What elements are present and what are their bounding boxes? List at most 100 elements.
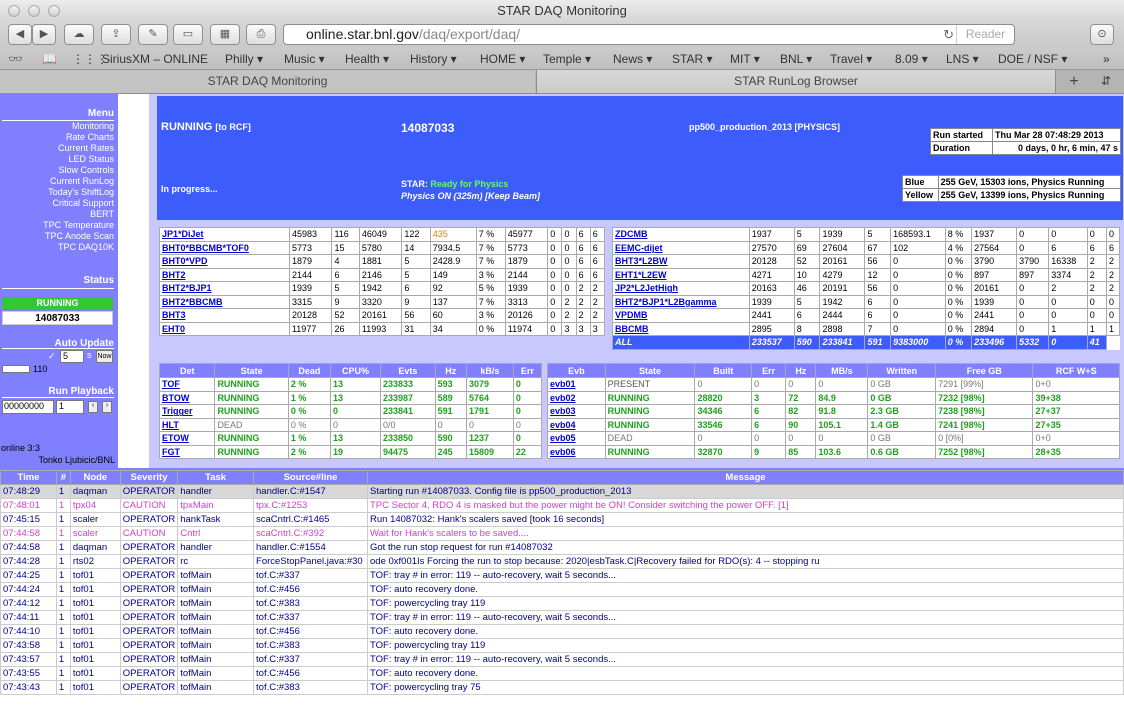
playback-prev-button[interactable]: ‹ bbox=[88, 401, 98, 413]
detector-row-cell: 233987 bbox=[379, 390, 436, 405]
trigger-name-link[interactable]: BHT2*BJP1 bbox=[162, 283, 212, 293]
bookmark-music[interactable]: Music ▾ bbox=[284, 52, 325, 66]
trigger-name-link[interactable]: BHT2*BJP1*L2Bgamma bbox=[615, 297, 717, 307]
auto-update-interval-input[interactable]: 5 bbox=[60, 350, 84, 363]
playback-next-button[interactable]: › bbox=[102, 401, 112, 413]
sidebar-item-rate-charts[interactable]: Rate Charts bbox=[66, 132, 114, 142]
close-window-button[interactable] bbox=[8, 5, 20, 17]
log-cell: tof.C:#383 bbox=[253, 596, 368, 611]
trigger-name-link[interactable]: BHT3*L2BW bbox=[615, 256, 668, 266]
evb-link[interactable]: evb05 bbox=[550, 433, 576, 443]
now-button[interactable]: Now bbox=[96, 350, 113, 363]
share-icon[interactable]: ⇪ bbox=[101, 24, 131, 45]
sidebar-item-tpc-daq10k[interactable]: TPC DAQ10K bbox=[58, 242, 114, 252]
bookmark-health[interactable]: Health ▾ bbox=[345, 52, 389, 66]
detector-link[interactable]: ETOW bbox=[162, 433, 189, 443]
detector-link[interactable]: TOF bbox=[162, 379, 180, 389]
sidebar-item-bert[interactable]: BERT bbox=[90, 209, 114, 219]
bookmark-mit[interactable]: MIT ▾ bbox=[730, 52, 760, 66]
trigger-name-link[interactable]: JP1*DiJet bbox=[162, 229, 204, 239]
trigger-name-link[interactable]: BHT0*VPD bbox=[162, 256, 208, 266]
edit-icon[interactable]: ✎ bbox=[138, 24, 168, 45]
bookmark-siriusxm[interactable]: SiriusXM – ONLINE bbox=[102, 52, 208, 66]
tab-overview-icon[interactable]: ⇵ bbox=[1094, 70, 1118, 93]
sidebar-item-current-runlog[interactable]: Current RunLog bbox=[50, 176, 114, 186]
sidebar-item-critical-support[interactable]: Critical Support bbox=[52, 198, 114, 208]
trigger-name-link[interactable]: BHT2*BBCMB bbox=[162, 297, 223, 307]
evb-link[interactable]: evb03 bbox=[550, 406, 576, 416]
evb-row-cell: 34346 bbox=[694, 404, 753, 419]
detector-link[interactable]: BTOW bbox=[162, 393, 189, 403]
sidebar-item-led-status[interactable]: LED Status bbox=[68, 154, 114, 164]
sidebar-item-shiftlog[interactable]: Today's ShiftLog bbox=[48, 187, 114, 197]
more-bookmarks-icon[interactable]: » bbox=[1103, 52, 1110, 66]
playback-run-input[interactable]: 00000000 bbox=[2, 400, 54, 414]
log-table: Time # Node Severity Task Source#line Message 0… bbox=[0, 470, 1124, 695]
evb-link[interactable]: evb01 bbox=[550, 379, 576, 389]
sidebar-item-current-rates[interactable]: Current Rates bbox=[58, 143, 114, 153]
bookmark-doe-nsf[interactable]: DOE / NSF ▾ bbox=[998, 52, 1067, 66]
evb-link[interactable]: evb04 bbox=[550, 420, 576, 430]
bookmark-news[interactable]: News ▾ bbox=[613, 52, 652, 66]
detector-link[interactable]: HLT bbox=[162, 420, 179, 430]
trigger-name-link[interactable]: ZDCMB bbox=[615, 229, 648, 239]
reader-button[interactable]: Reader bbox=[956, 25, 1014, 44]
trigger-name-link[interactable]: VPDMB bbox=[615, 310, 648, 320]
log-cell: tof01 bbox=[69, 624, 121, 639]
bookmark-home[interactable]: HOME ▾ bbox=[480, 52, 525, 66]
trigger-name-link[interactable]: JP2*L2JetHigh bbox=[615, 283, 678, 293]
forward-button[interactable]: ▶ bbox=[32, 24, 56, 45]
sidebar-item-tpc-anode-scan[interactable]: TPC Anode Scan bbox=[45, 231, 114, 241]
sidebar-item-tpc-temperature[interactable]: TPC Temperature bbox=[43, 220, 114, 230]
bookmark-star[interactable]: STAR ▾ bbox=[672, 52, 712, 66]
zoom-window-button[interactable] bbox=[48, 5, 60, 17]
url-host: online.star.bnl.gov bbox=[306, 26, 419, 42]
evb-link[interactable]: evb02 bbox=[550, 393, 576, 403]
trigger-name-link[interactable]: EEMC-dijet bbox=[615, 243, 663, 253]
bookmark-travel[interactable]: Travel ▾ bbox=[830, 52, 872, 66]
reading-list-icon[interactable]: ▭ bbox=[173, 24, 203, 45]
trigger-value-cell: 2 bbox=[589, 294, 606, 309]
evb-link[interactable]: evb06 bbox=[550, 447, 576, 457]
minimize-window-button[interactable] bbox=[28, 5, 40, 17]
trigger-name-link[interactable]: BHT2 bbox=[162, 270, 186, 280]
bookmarks-icon[interactable]: 📖 bbox=[42, 52, 57, 66]
print-icon[interactable]: ⎙ bbox=[246, 24, 276, 45]
tab-runlog-browser[interactable]: STAR RunLog Browser bbox=[536, 70, 1056, 93]
log-cell: 1 bbox=[55, 610, 71, 625]
trigger-value-cell: 0 bbox=[547, 267, 563, 282]
trigger-name-link[interactable]: BHT0*BBCMB*TOF0 bbox=[162, 243, 249, 253]
trigger-value-cell: 1939 bbox=[971, 294, 1018, 309]
new-tab-button[interactable]: + bbox=[1062, 70, 1086, 93]
trigger-name-link[interactable]: BBCMB bbox=[615, 324, 649, 334]
sidebar-item-slow-controls[interactable]: Slow Controls bbox=[58, 165, 114, 175]
playback-step-input[interactable]: 1 bbox=[56, 400, 84, 414]
window-title: STAR DAQ Monitoring bbox=[497, 3, 627, 18]
bookmark-809[interactable]: 8.09 ▾ bbox=[895, 52, 928, 66]
reload-icon[interactable]: ↻ bbox=[943, 25, 954, 44]
bookmark-philly[interactable]: Philly ▾ bbox=[225, 52, 263, 66]
trigger-name-link[interactable]: EHT0 bbox=[162, 324, 185, 334]
detector-link[interactable]: Trigger bbox=[162, 406, 193, 416]
bookmark-lns[interactable]: LNS ▾ bbox=[946, 52, 979, 66]
run-state-sub: [to RCF] bbox=[215, 122, 251, 132]
sidebar-item-monitoring[interactable]: Monitoring bbox=[72, 121, 114, 131]
evb-row-cell: 28820 bbox=[694, 390, 753, 405]
bookmark-history[interactable]: History ▾ bbox=[410, 52, 457, 66]
trigger-value-cell: 20128 bbox=[748, 254, 795, 269]
tab-daq-monitoring[interactable]: STAR DAQ Monitoring bbox=[0, 70, 535, 93]
auto-update-checkbox[interactable]: ✓ bbox=[48, 351, 58, 361]
back-button[interactable]: ◀ bbox=[8, 24, 32, 45]
evb-row-cell: 32870 bbox=[694, 444, 753, 459]
downloads-icon[interactable]: ⊙ bbox=[1090, 24, 1114, 45]
trigger-value-cell: 2144 bbox=[504, 267, 549, 282]
url-bar[interactable]: online.star.bnl.gov/daq/export/daq/ ↻ Re… bbox=[283, 24, 1015, 45]
trigger-name-link[interactable]: BHT3 bbox=[162, 310, 186, 320]
screenshot-icon[interactable]: ▦ bbox=[210, 24, 240, 45]
icloud-icon[interactable]: ☁ bbox=[64, 24, 94, 45]
detector-link[interactable]: FGT bbox=[162, 447, 180, 457]
bookmark-temple[interactable]: Temple ▾ bbox=[543, 52, 591, 66]
trigger-name-link[interactable]: EHT1*L2EW bbox=[615, 270, 667, 280]
reading-glasses-icon[interactable]: 👓 bbox=[8, 52, 23, 66]
bookmark-bnl[interactable]: BNL ▾ bbox=[780, 52, 812, 66]
